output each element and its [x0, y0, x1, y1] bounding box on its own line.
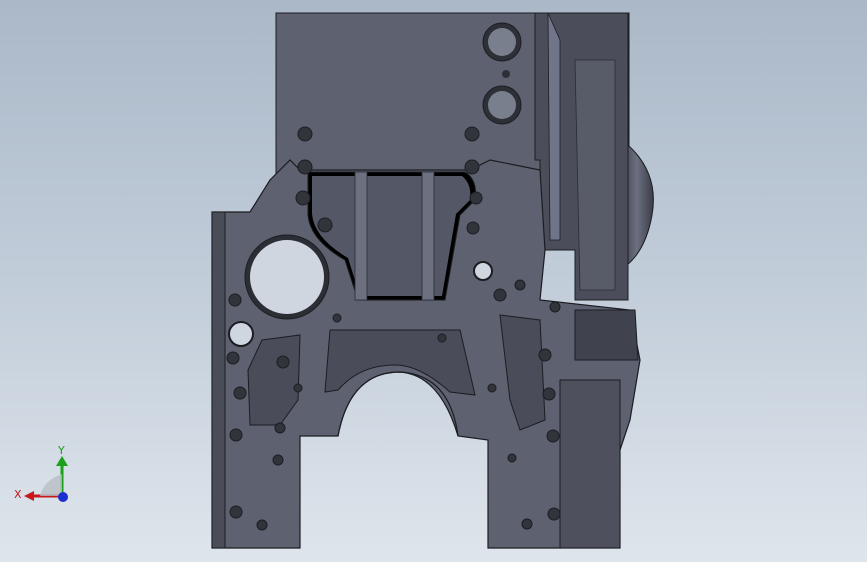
top-pocket-rib-right [421, 171, 435, 301]
top-pocket-rib-left [354, 171, 368, 301]
small-bore [228, 321, 254, 347]
orientation-triad: Y X [14, 444, 68, 502]
triad-plane [40, 474, 62, 496]
right-rail-groove [547, 12, 561, 241]
large-bore-opening [250, 240, 324, 314]
y-axis-label: Y [57, 444, 65, 457]
left-lower-plate [211, 211, 226, 549]
engine-block-model[interactable] [0, 0, 867, 562]
right-small-bore [473, 261, 493, 281]
top-small-hole [502, 70, 510, 78]
top-port-2-inner [488, 91, 516, 119]
right-rail-inner [574, 59, 616, 291]
y-axis-arrow [56, 456, 68, 466]
graphics-viewport[interactable]: Y X [0, 0, 867, 562]
lower-right-step [574, 309, 639, 361]
x-axis-arrow [24, 491, 34, 501]
x-axis-label: X [14, 488, 22, 501]
lower-right-structure [559, 379, 621, 549]
z-axis-dot [58, 492, 68, 502]
top-port-1-inner [488, 28, 516, 56]
